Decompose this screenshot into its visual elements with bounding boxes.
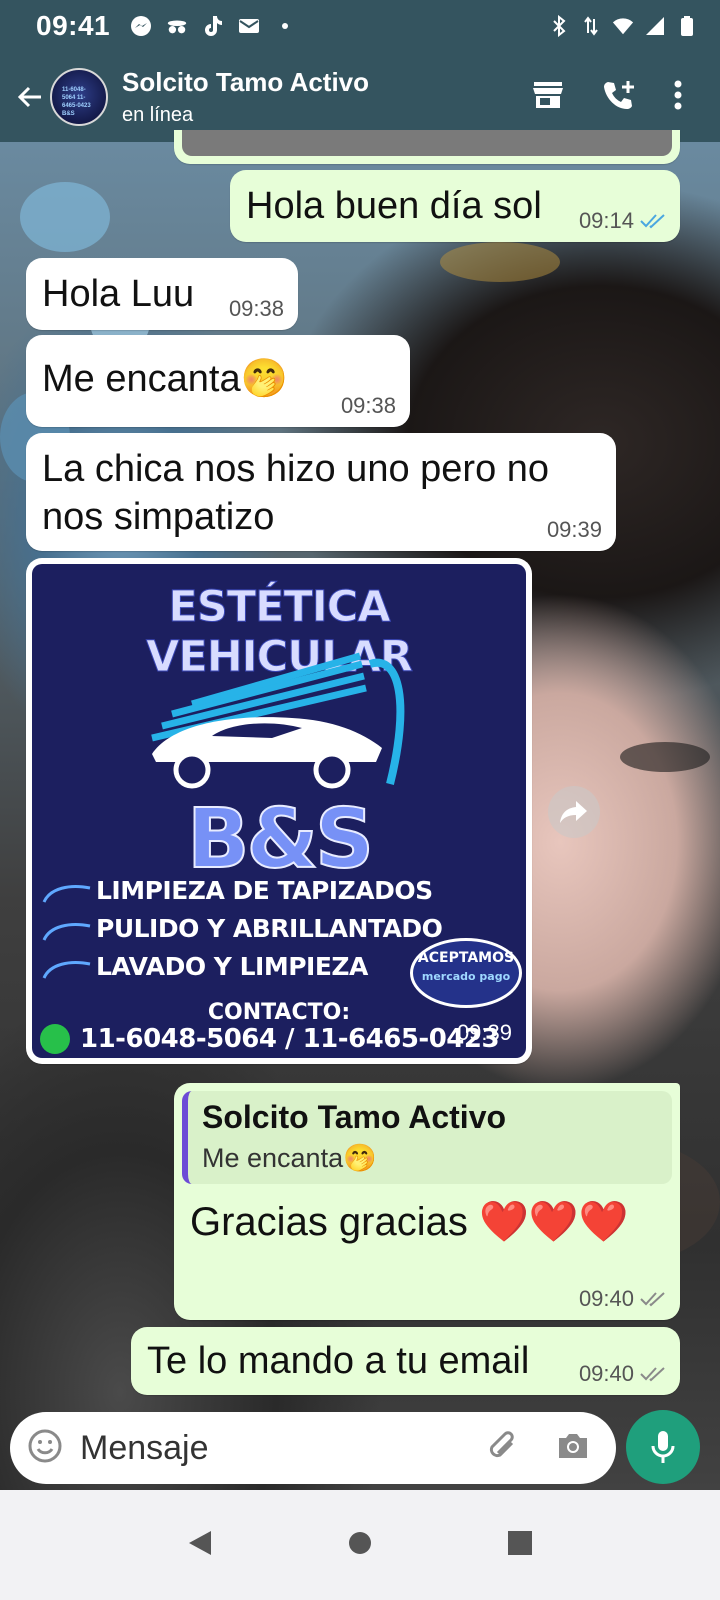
image-message[interactable]: ESTÉTICA VEHICULAR B&S LIMPIEZA DE TAPIZ… <box>26 558 532 1064</box>
contact-info[interactable]: Solcito Tamo Activo en línea <box>122 67 369 127</box>
poster-contact-numbers: 11-6048-5064 / 11-6465-0423 <box>80 1024 500 1054</box>
double-check-delivered-icon <box>640 1367 665 1382</box>
more-options-button[interactable] <box>674 80 682 115</box>
magic-wand-icon <box>42 961 91 979</box>
contact-avatar[interactable]: 11-6048-5064 11-6465-0423 B&S <box>50 68 108 126</box>
message-time: 09:40 <box>578 1286 634 1311</box>
attach-button[interactable] <box>486 1429 520 1468</box>
status-time: 09:41 <box>36 10 111 41</box>
poster-service-item: PULIDO Y ABRILLANTADO <box>96 914 443 943</box>
contact-name: Solcito Tamo Activo <box>122 67 370 97</box>
voice-message-button[interactable] <box>626 1410 700 1484</box>
add-call-button[interactable] <box>602 79 636 116</box>
quoted-message[interactable]: Solcito Tamo Activo Me encanta🤭 <box>182 1091 672 1184</box>
poster-brand-logo: B&S <box>186 791 375 888</box>
nav-recents-button[interactable] <box>507 1530 533 1561</box>
mail-icon <box>238 15 260 37</box>
catalog-button[interactable] <box>532 80 564 115</box>
camera-icon <box>559 1433 587 1458</box>
message-bubble-outgoing[interactable]: Hola buen día sol 09:14 <box>230 170 680 242</box>
more-vertical-icon <box>674 80 682 109</box>
magic-wand-icon <box>42 923 91 941</box>
message-input[interactable] <box>80 1428 460 1468</box>
message-time: 09:39 <box>546 517 602 542</box>
message-bubble-incoming[interactable]: Hola Luu 09:38 <box>26 258 298 330</box>
mercado-pago-logo: mercado pago <box>421 970 511 983</box>
chat-header: 11-6048-5064 11-6465-0423 B&S Solcito Ta… <box>0 52 720 142</box>
messenger-icon <box>130 15 152 37</box>
message-time: 09:38 <box>228 296 284 321</box>
previous-image-clip <box>182 130 672 156</box>
circle-home-icon <box>349 1531 371 1554</box>
bluetooth-icon <box>548 15 570 37</box>
message-bubble-incoming[interactable]: Me encanta🤭 09:38 <box>26 335 410 427</box>
signal-icon <box>644 15 666 37</box>
message-bubble-outgoing-reply[interactable]: Solcito Tamo Activo Me encanta🤭 Gracias … <box>174 1083 680 1320</box>
whatsapp-icon <box>40 1024 70 1054</box>
forward-button[interactable] <box>548 786 600 838</box>
tiktok-icon <box>202 15 224 37</box>
arrow-left-icon <box>17 86 41 108</box>
emoji-icon <box>28 1429 62 1462</box>
incognito-icon <box>166 15 188 37</box>
message-text: La chica nos hizo uno pero no nos simpat… <box>42 448 550 538</box>
notification-dot-icon <box>274 15 296 37</box>
status-bar: 09:41 <box>0 0 720 52</box>
nav-home-button[interactable] <box>347 1530 373 1561</box>
square-recents-icon <box>508 1530 532 1555</box>
poster-service-item: LAVADO Y LIMPIEZA <box>96 952 368 981</box>
message-bubble-outgoing[interactable]: Te lo mando a tu email 09:40 <box>131 1327 680 1395</box>
data-arrows-icon <box>580 15 602 37</box>
camera-button[interactable] <box>556 1431 590 1466</box>
poster-contact-label: CONTACTO: <box>207 1000 351 1025</box>
avatar-logo-text: 11-6048-5064 11-6465-0423 B&S <box>62 87 91 117</box>
message-time: 09:14 <box>578 208 634 233</box>
advertising-poster-image[interactable]: ESTÉTICA VEHICULAR B&S LIMPIEZA DE TAPIZ… <box>32 564 526 1058</box>
contact-status: en línea <box>122 104 194 126</box>
message-composer <box>10 1412 616 1484</box>
message-time: 09:39 <box>456 1020 512 1045</box>
payment-badge: ACEPTAMOS mercado pago <box>410 938 522 1008</box>
previous-message-clipped[interactable] <box>174 130 680 164</box>
nav-back-button[interactable] <box>187 1529 213 1562</box>
storefront-icon <box>533 81 563 108</box>
triangle-back-icon <box>189 1530 211 1555</box>
paperclip-icon <box>489 1430 514 1457</box>
battery-icon <box>676 15 698 37</box>
badge-label: ACEPTAMOS <box>417 950 515 966</box>
double-check-read-icon <box>640 214 665 229</box>
poster-service-item: LIMPIEZA DE TAPIZADOS <box>96 876 433 905</box>
car-wash-illustration <box>151 652 405 789</box>
microphone-icon <box>651 1431 675 1463</box>
quoted-message-text: Me encanta🤭 <box>202 1143 377 1173</box>
system-nav-bar <box>0 1490 720 1600</box>
message-time: 09:38 <box>340 393 396 418</box>
quoted-sender-name: Solcito Tamo Activo <box>202 1099 507 1135</box>
message-text: Gracias gracias ❤️❤️❤️ <box>190 1200 629 1244</box>
message-bubble-incoming[interactable]: La chica nos hizo uno pero no nos simpat… <box>26 433 616 551</box>
back-button[interactable] <box>6 67 54 127</box>
double-check-delivered-icon <box>640 1292 665 1307</box>
emoji-button[interactable] <box>28 1429 62 1468</box>
wifi-icon <box>612 15 634 37</box>
magic-wand-icon <box>42 885 91 903</box>
message-time: 09:40 <box>578 1361 634 1386</box>
share-forward-icon <box>560 801 587 823</box>
phone-plus-icon <box>604 80 634 109</box>
